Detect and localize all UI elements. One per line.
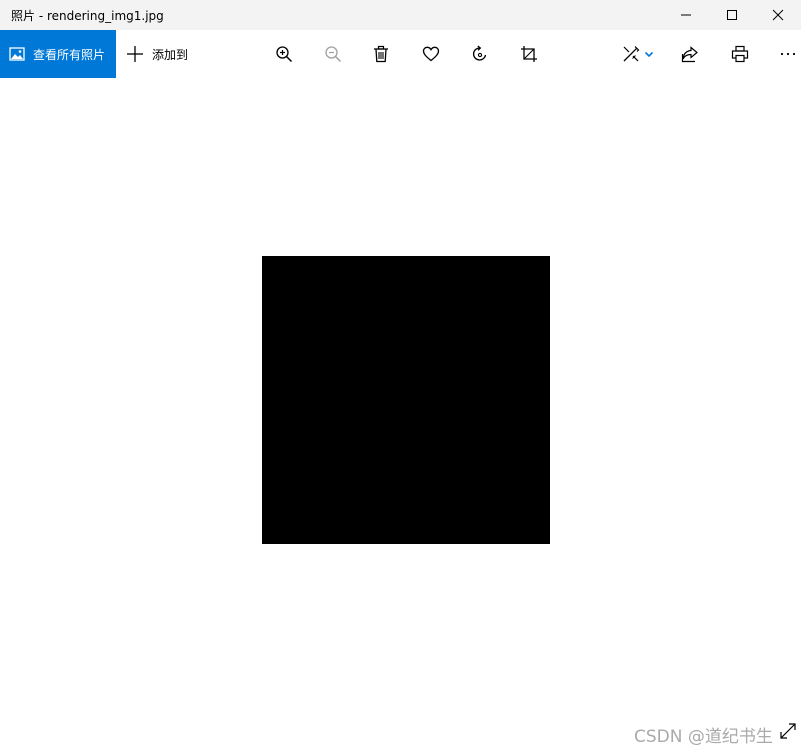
- more-icon: [780, 52, 796, 56]
- add-to-button[interactable]: 添加到: [126, 30, 188, 78]
- share-icon: [681, 46, 698, 63]
- delete-button[interactable]: [369, 42, 393, 66]
- expand-icon: [780, 723, 796, 739]
- zoom-out-button[interactable]: [321, 42, 345, 66]
- chevron-down-icon: [644, 51, 654, 58]
- window-controls: [663, 0, 801, 30]
- plus-icon: [127, 46, 143, 62]
- print-button[interactable]: [728, 42, 752, 66]
- view-all-photos-button[interactable]: 查看所有照片: [0, 30, 116, 78]
- maximize-icon: [727, 10, 737, 20]
- minimize-icon: [681, 14, 691, 16]
- zoom-in-icon: [276, 46, 293, 63]
- image-viewer-canvas[interactable]: [0, 78, 801, 751]
- toolbar: 查看所有照片 添加到: [0, 30, 801, 78]
- title-bar: 照片 - rendering_img1.jpg: [0, 0, 801, 30]
- maximize-button[interactable]: [709, 0, 755, 30]
- displayed-photo[interactable]: [262, 256, 550, 544]
- trash-icon: [374, 45, 388, 63]
- add-to-label: 添加到: [152, 47, 189, 62]
- crop-icon: [521, 46, 537, 62]
- zoom-out-icon: [325, 46, 342, 63]
- rotate-button[interactable]: [468, 42, 492, 66]
- favorite-button[interactable]: [419, 42, 443, 66]
- edit-create-button[interactable]: [617, 42, 659, 66]
- rotate-icon: [472, 45, 487, 61]
- fullscreen-button[interactable]: [778, 721, 798, 741]
- minimize-button[interactable]: [663, 0, 709, 30]
- close-icon: [772, 9, 784, 21]
- window-title: 照片 - rendering_img1.jpg: [11, 8, 164, 23]
- photo-gallery-icon: [9, 47, 25, 61]
- print-icon: [731, 45, 749, 63]
- more-button[interactable]: [776, 42, 800, 66]
- close-button[interactable]: [755, 0, 801, 30]
- heart-icon: [422, 46, 440, 62]
- watermark: CSDN @道纪书生: [634, 727, 773, 747]
- zoom-in-button[interactable]: [272, 42, 296, 66]
- share-button[interactable]: [678, 42, 702, 66]
- edit-create-icon: [623, 46, 640, 62]
- view-all-photos-label: 查看所有照片: [33, 47, 106, 62]
- crop-button[interactable]: [517, 42, 541, 66]
